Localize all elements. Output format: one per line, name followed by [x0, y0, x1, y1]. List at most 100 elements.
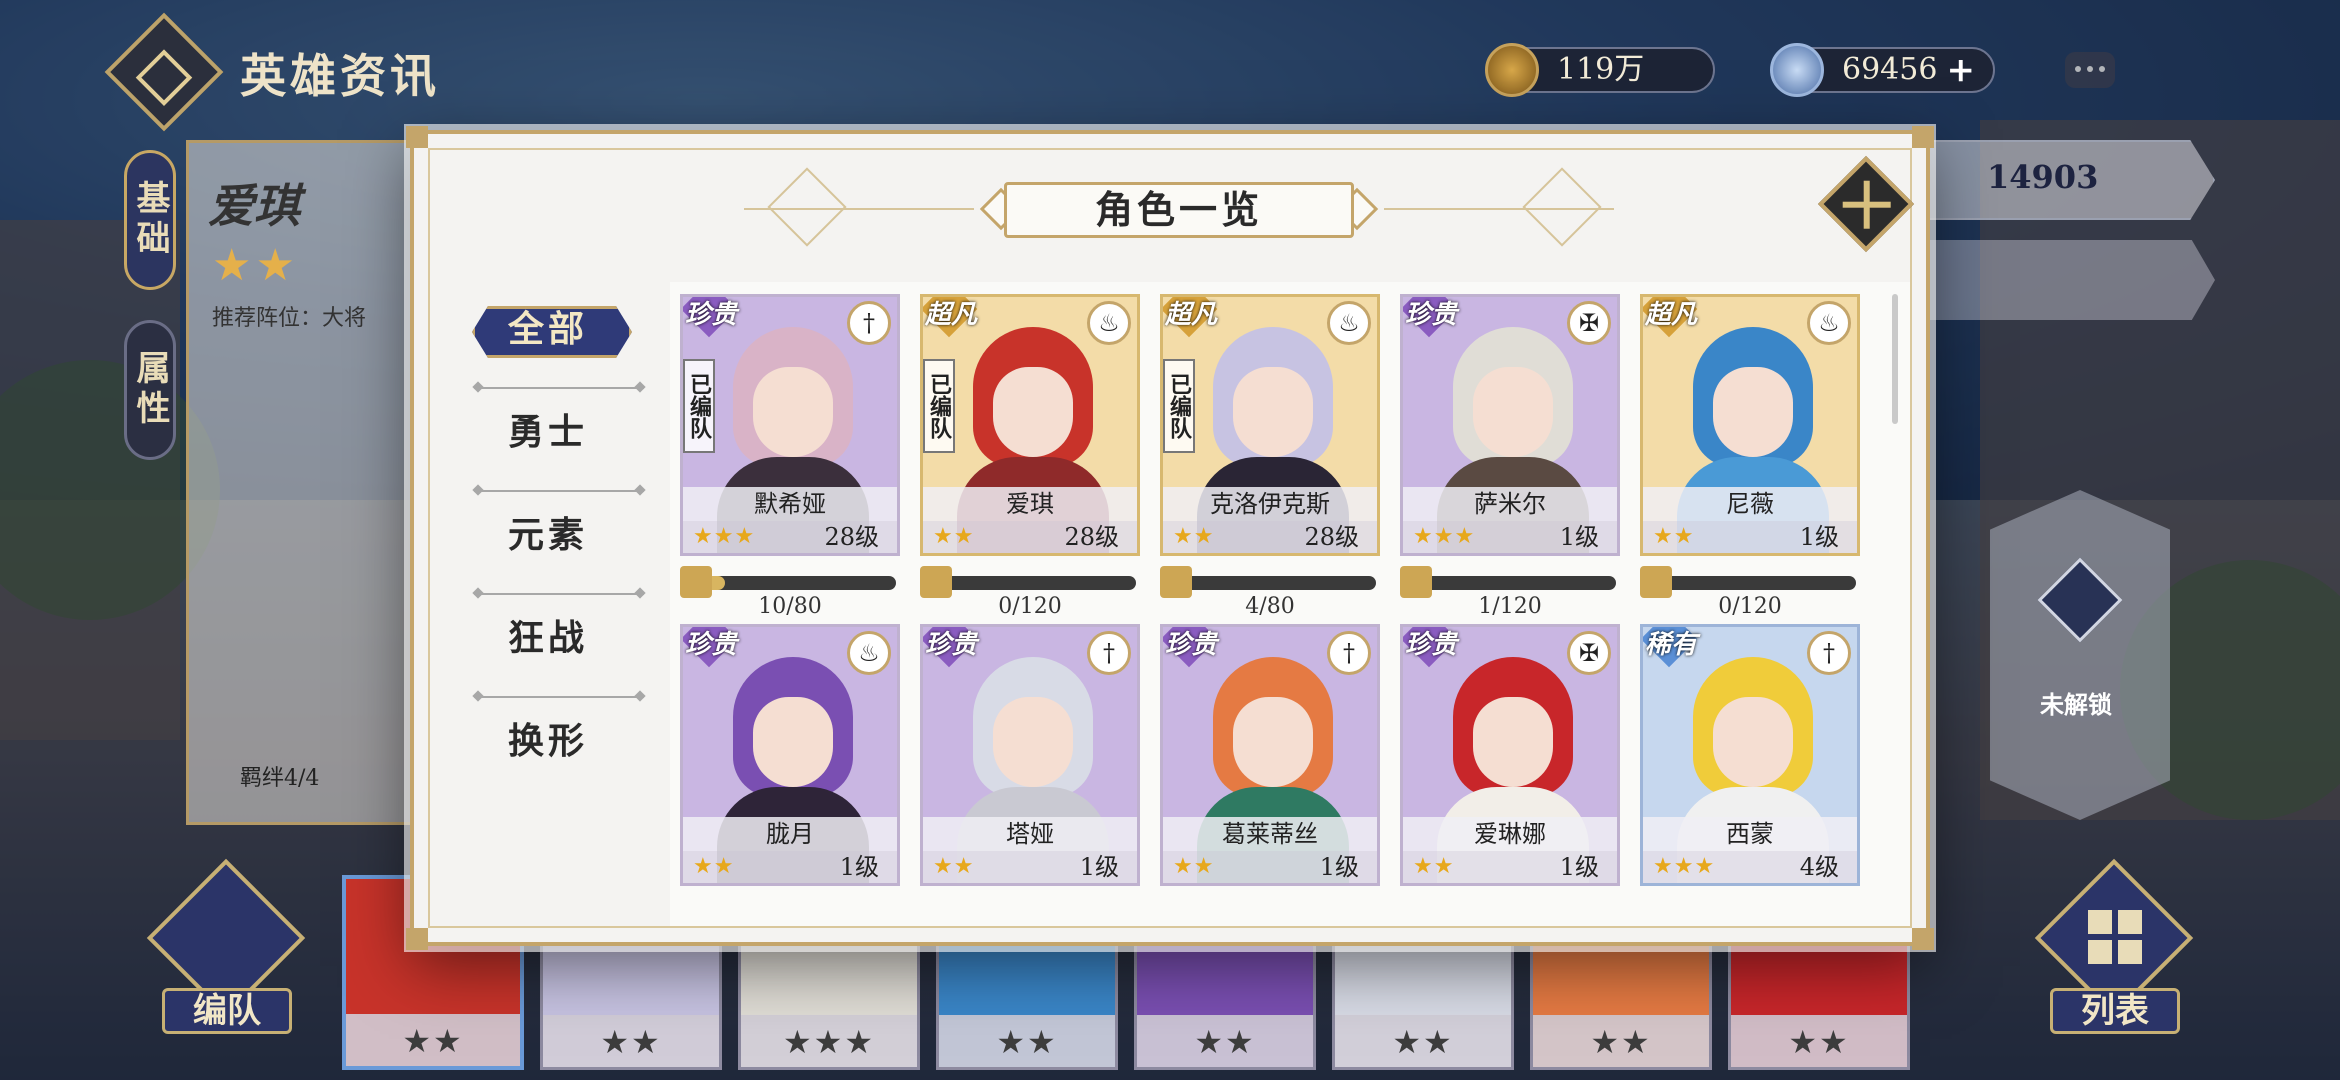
character-name: 葛莱蒂丝 [1163, 817, 1377, 851]
character-stars: ★★ [1653, 524, 1695, 549]
hero-name: 爱琪 [208, 179, 300, 233]
character-level: 1级 [1799, 523, 1839, 551]
filter-tab-label: 全部 [507, 308, 588, 350]
gold-coin-icon [1485, 43, 1539, 97]
character-stars: ★★ [1173, 854, 1215, 879]
team-button-label: 编队 [162, 988, 292, 1034]
character-stars: ★★★ [1413, 524, 1476, 549]
filter-divider [474, 696, 644, 698]
fragment-bar [700, 576, 896, 590]
character-card[interactable]: 珍贵 ♨ 胧月 ★★ 1级 [680, 624, 900, 886]
rarity-badge: 超凡 [1643, 297, 1703, 337]
axe-icon: ✠ [1567, 301, 1611, 345]
filter-tab[interactable]: 换形 [438, 706, 658, 809]
character-name: 塔娅 [923, 817, 1137, 851]
list-icon-square [2118, 910, 2142, 934]
character-card[interactable]: 珍贵 † 已编队 默希娅 ★★★ 28级 [680, 294, 900, 556]
filter-tab[interactable]: 全部 [438, 294, 658, 397]
roster-card-stars: ★★ [1392, 1023, 1454, 1061]
tab-basic[interactable]: 基础 [124, 150, 176, 290]
character-grid[interactable]: 珍贵 † 已编队默希娅 ★★★ 28级 10/80 超凡 ♨ 已编队 爱琪 ★★ 28级 0/120 超凡… [670, 282, 1910, 926]
add-gems-button[interactable]: + [1947, 49, 1976, 91]
sword-icon: † [847, 301, 891, 345]
page-title: 英雄资讯 [240, 49, 440, 103]
character-stars: ★★ [933, 854, 975, 879]
roster-card-stars: ★★ [402, 1022, 464, 1060]
character-name: 西蒙 [1643, 817, 1857, 851]
filter-tab[interactable]: 元素 [438, 500, 658, 603]
character-name: 尼薇 [1643, 487, 1857, 521]
flame-icon: ♨ [847, 631, 891, 675]
rarity-badge: 珍贵 [683, 297, 743, 337]
character-meta: ★★ 1级 [923, 851, 1137, 883]
character-face [993, 697, 1073, 787]
filter-divider [474, 490, 644, 492]
chat-icon[interactable] [2065, 52, 2115, 88]
filter-divider [474, 387, 644, 389]
character-meta: ★★★ 4级 [1643, 851, 1857, 883]
fragment-bar [940, 576, 1136, 590]
character-card[interactable]: 珍贵 † 塔娅 ★★ 1级 [920, 624, 1140, 886]
hero-stars: ★★ [212, 240, 299, 291]
rarity-badge: 珍贵 [1403, 627, 1463, 667]
locked-label: 未解锁 [2040, 690, 2112, 719]
roster-card-stars: ★★ [1194, 1023, 1256, 1061]
roster-card-stars: ★★ [600, 1023, 662, 1061]
filter-tab-label: 换形 [507, 720, 588, 762]
character-level: 1级 [839, 853, 879, 881]
rarity-badge: 珍贵 [683, 627, 743, 667]
rarity-badge: 稀有 [1643, 627, 1703, 667]
filter-tab[interactable]: 勇士 [438, 397, 658, 500]
character-card[interactable]: 珍贵 ✠ 爱琳娜 ★★ 1级 [1400, 624, 1620, 886]
fragment-progress: 0/120 [1640, 566, 1860, 619]
secondary-slot-panel[interactable] [1925, 240, 2215, 320]
corner-ornament [406, 126, 428, 148]
character-stars: ★★ [1173, 524, 1215, 549]
upgrade-cost-panel[interactable]: 14903 [1905, 140, 2215, 220]
character-card[interactable]: 超凡 ♨ 已编队 爱琪 ★★ 28级 [920, 294, 1140, 556]
fragment-count: 10/80 [758, 594, 822, 619]
fragment-progress: 0/120 [920, 566, 1140, 619]
character-name: 默希娅 [683, 487, 897, 521]
character-face [1233, 697, 1313, 787]
character-level: 28级 [824, 523, 879, 551]
fragment-bar [1420, 576, 1616, 590]
character-card[interactable]: 稀有 † 西蒙 ★★★ 4级 [1640, 624, 1860, 886]
fragment-count: 0/120 [998, 594, 1062, 619]
axe-icon: ✠ [1567, 631, 1611, 675]
roster-card-stars: ★★ [996, 1023, 1058, 1061]
character-stars: ★★ [1413, 854, 1455, 879]
character-level: 1级 [1559, 853, 1599, 881]
character-level: 28级 [1064, 523, 1119, 551]
sword-icon: † [1087, 631, 1131, 675]
fragment-count: 0/120 [1718, 594, 1782, 619]
character-card[interactable]: 珍贵 † 葛莱蒂丝 ★★ 1级 [1160, 624, 1380, 886]
bond-label[interactable]: 羁绊4/4 [240, 760, 319, 792]
corner-ornament [1912, 126, 1934, 148]
character-card[interactable]: 超凡 ♨ 尼薇 ★★ 1级 [1640, 294, 1860, 556]
in-team-tag: 已编队 [1163, 359, 1195, 453]
character-stars: ★★★ [1653, 854, 1716, 879]
character-face [1233, 367, 1313, 457]
character-face [1473, 367, 1553, 457]
flame-icon: ♨ [1087, 301, 1131, 345]
fragment-bar [1180, 576, 1376, 590]
grid-scrollbar[interactable] [1892, 294, 1898, 424]
filter-tab[interactable]: 狂战 [438, 603, 658, 706]
character-level: 4级 [1799, 853, 1839, 881]
tab-attributes[interactable]: 属性 [124, 320, 176, 460]
character-name: 萨米尔 [1403, 487, 1617, 521]
rarity-badge: 珍贵 [923, 627, 983, 667]
team-button[interactable]: 编队 [142, 858, 312, 1040]
character-face [993, 367, 1073, 457]
upgrade-cost-value: 14903 [1987, 158, 2099, 196]
filter-tab-label: 狂战 [507, 617, 588, 659]
character-face [1473, 697, 1553, 787]
rarity-badge: 珍贵 [1403, 297, 1463, 337]
list-button[interactable]: 列表 [2030, 858, 2200, 1040]
character-card[interactable]: 超凡 ♨ 已编队 克洛伊克斯 ★★ 28级 [1160, 294, 1380, 556]
list-icon-square [2118, 940, 2142, 964]
gem-amount: 69456 [1842, 52, 1938, 87]
character-card[interactable]: 珍贵 ✠ 萨米尔 ★★★ 1级 [1400, 294, 1620, 556]
filter-divider [474, 593, 644, 595]
